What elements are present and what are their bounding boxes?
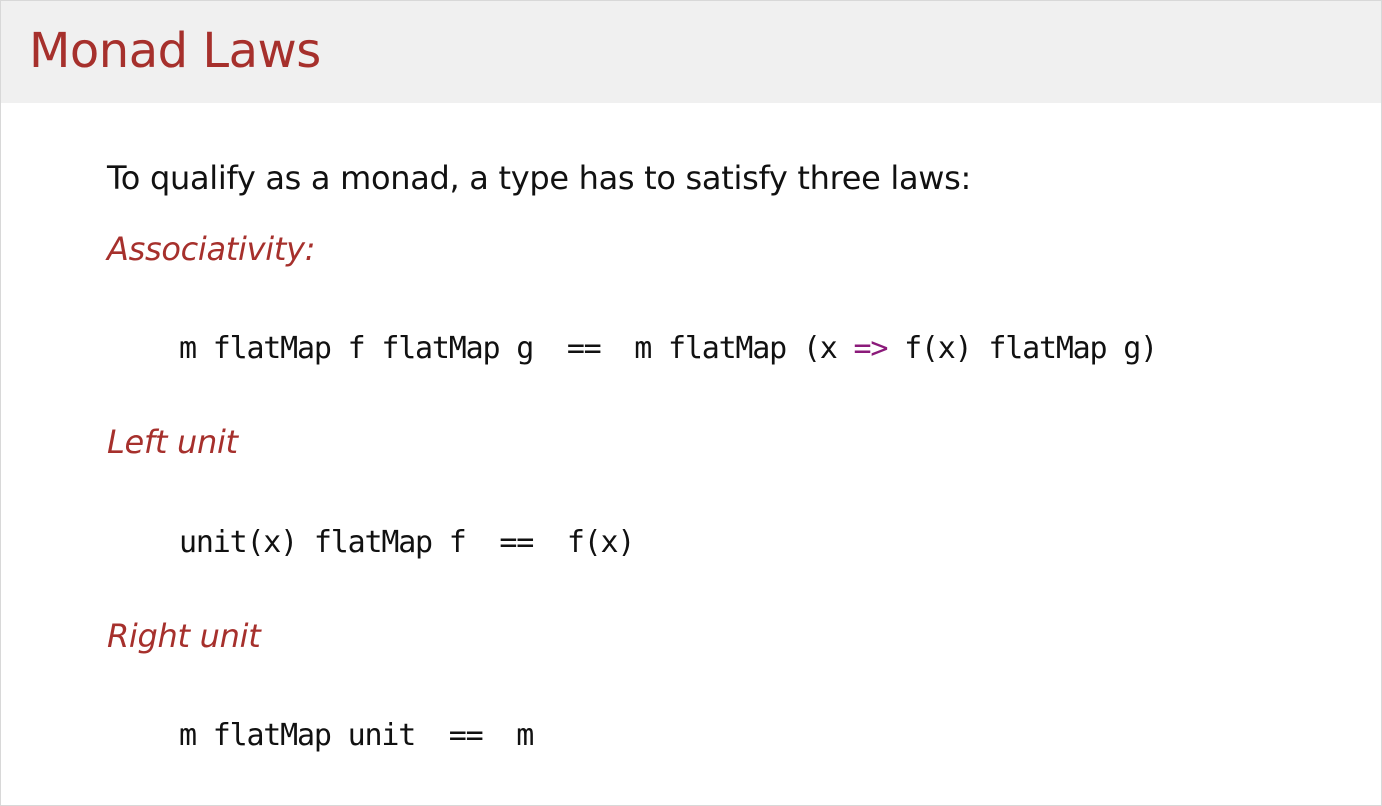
title-bar: Monad Laws (1, 1, 1381, 103)
slide-title: Monad Laws (29, 23, 321, 79)
slide: Monad Laws To qualify as a monad, a type… (0, 0, 1382, 806)
law-heading-associativity: Associativity: (107, 230, 316, 268)
intro-text: To qualify as a monad, a type has to sat… (107, 159, 972, 197)
arrow-operator: => (853, 331, 888, 366)
code-associativity-right: f(x) flatMap g) (887, 331, 1158, 366)
code-associativity: m flatMap f flatMap g == m flatMap (x =>… (179, 328, 1158, 370)
code-left-unit: unit(x) flatMap f == f(x) (179, 525, 635, 560)
law-heading-left-unit: Left unit (107, 423, 238, 461)
law-heading-right-unit: Right unit (107, 617, 261, 655)
code-right-unit: m flatMap unit == m (179, 718, 534, 753)
code-associativity-left: m flatMap f flatMap g == m flatMap (x (179, 331, 854, 366)
